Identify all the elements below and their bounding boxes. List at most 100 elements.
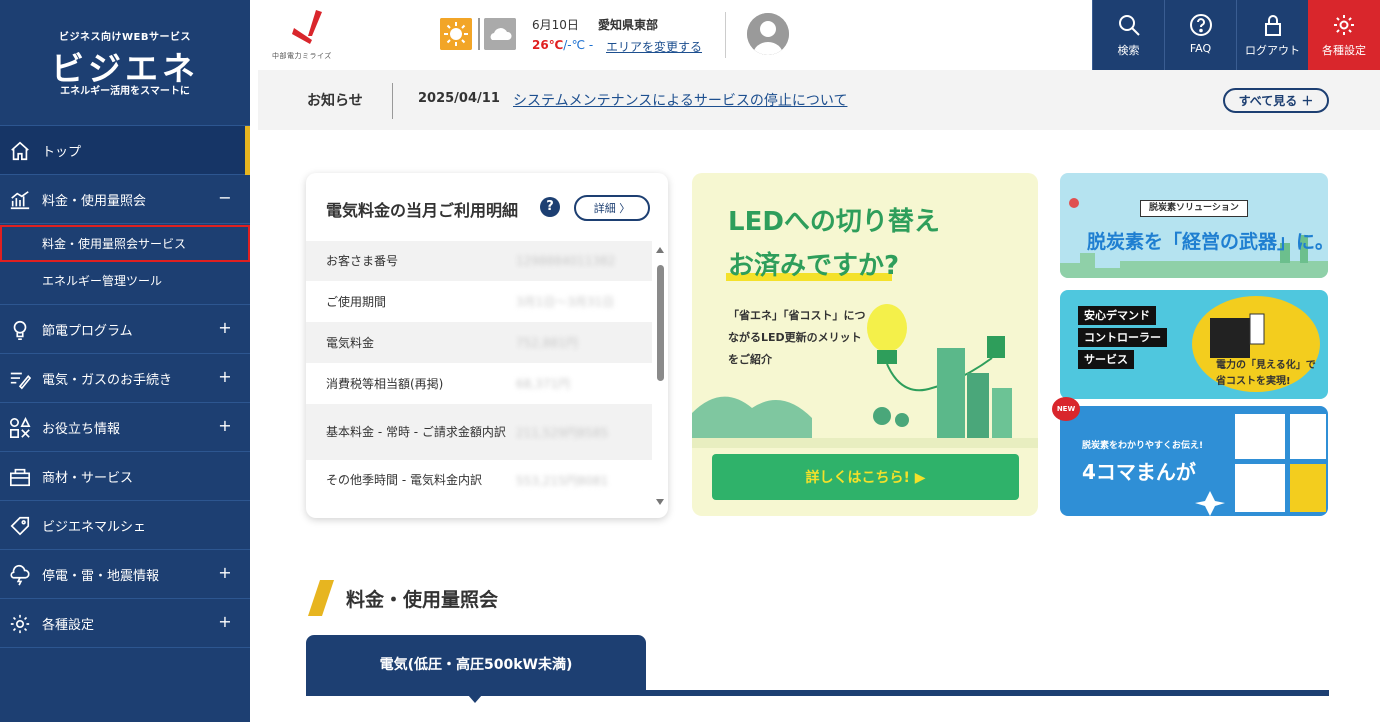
sidebar-item-label: 節電プログラム <box>42 323 133 339</box>
scrollbar-thumb[interactable] <box>657 265 664 381</box>
sidebar-subitem-energy-tool[interactable]: エネルギー管理ツール <box>0 262 250 299</box>
sidebar-item-label: トップ <box>42 144 82 160</box>
sidebar-submenu: 料金・使用量照会サービス エネルギー管理ツール <box>0 224 250 305</box>
sidebar-item-marche[interactable]: ビジエネマルシェ <box>0 501 250 550</box>
collapse-icon[interactable]: − <box>218 188 232 207</box>
brand-tagline: ビジネス向けWEBサービス <box>59 32 191 43</box>
user-avatar-icon[interactable] <box>747 13 789 55</box>
led-detail-button[interactable]: 詳しくはこちら! ▶ <box>712 454 1019 500</box>
sidebar-item-procedures[interactable]: 電気・ガスのお手続き + <box>0 354 250 403</box>
box-icon <box>10 468 30 487</box>
see-all-button[interactable]: すべて見る ＋ <box>1223 88 1329 113</box>
top-header: 中部電力ミライズ 6月10日 愛知県東部 26℃/-℃ - エリアを変更する 検… <box>250 0 1380 70</box>
billing-card-title: 電気料金の当月ご利用明細 <box>326 201 519 220</box>
billing-row-value: 1298884011382 <box>516 254 616 268</box>
logout-button[interactable]: ログアウト <box>1236 0 1308 70</box>
demand-line2: コントローラー <box>1078 328 1167 347</box>
search-icon <box>1118 15 1140 36</box>
billing-row-value: 752,881円 <box>516 336 578 350</box>
expand-icon[interactable]: + <box>218 612 232 631</box>
expand-icon[interactable]: + <box>218 416 232 435</box>
temperature-high: 26℃ <box>532 38 564 52</box>
temperature-low: /-℃ - <box>563 38 594 52</box>
settings-button[interactable]: 各種設定 <box>1308 0 1380 70</box>
sidebar: ビジネス向けWEBサービス ビジエネ エネルギー活用をスマートに トップ 料金・… <box>0 0 250 722</box>
manga-banner[interactable]: 脱炭素をわかりやすくお伝え! 4コマまんが <box>1060 406 1328 516</box>
search-button[interactable]: 検索 <box>1092 0 1164 70</box>
new-badge: NEW <box>1052 397 1080 421</box>
billing-row-label: ご使用期間 <box>326 294 387 309</box>
form-icon <box>10 372 31 390</box>
sun-icon <box>440 18 472 50</box>
billing-row-value: 211,529円8585 <box>516 425 609 440</box>
faq-button[interactable]: FAQ <box>1164 0 1236 70</box>
detail-button[interactable]: 詳細 〉 <box>574 195 650 221</box>
sidebar-item-label: 商材・サービス <box>42 470 134 486</box>
demand-line3: サービス <box>1078 350 1134 369</box>
brand-logo[interactable]: ビジネス向けWEBサービス ビジエネ エネルギー活用をスマートに <box>0 0 250 126</box>
billing-row-label: お客さま番号 <box>326 254 399 268</box>
sidebar-item-label: ビジエネマルシェ <box>42 519 147 535</box>
demand-caption: 電力の「見える化」で省コストを実現! <box>1216 360 1316 387</box>
sidebar-item-useful-info[interactable]: お役立ち情報 + <box>0 403 250 452</box>
faq-label: FAQ <box>1189 42 1212 55</box>
decarb-tag: 脱炭素ソリューション <box>1140 200 1248 217</box>
expand-icon[interactable]: + <box>218 367 232 386</box>
gear-icon <box>10 614 30 634</box>
shapes-icon <box>10 417 31 438</box>
manga-title: 4コマまんが <box>1082 460 1196 484</box>
weather-divider <box>478 18 480 50</box>
sidebar-item-outage[interactable]: 停電・雷・地震情報 + <box>0 550 250 599</box>
billing-row-value: 68,371円 <box>516 377 570 391</box>
notice-label: お知らせ <box>307 93 363 109</box>
tag-icon <box>10 516 30 536</box>
led-banner[interactable]: LEDへの切り替え お済みですか? 「省エネ」「省コスト」につながるLED更新の… <box>692 173 1038 516</box>
lock-icon <box>1264 15 1281 36</box>
billing-row-label: その他季時間 - 電気料金内訳 <box>326 473 482 487</box>
sidebar-item-label: 電気・ガスのお手続き <box>42 372 173 388</box>
sidebar-item-billing[interactable]: 料金・使用量照会 − <box>0 175 250 224</box>
billing-row-label: 基本料金 - 常時 - ご請求金額内訳 <box>326 425 506 439</box>
led-heading-line1: LEDへの切り替え <box>728 207 940 237</box>
expand-icon[interactable]: + <box>218 563 232 582</box>
expand-icon[interactable]: + <box>218 318 232 337</box>
sidebar-item-products[interactable]: 商材・サービス <box>0 452 250 501</box>
section-title: 料金・使用量照会 <box>346 589 499 611</box>
demand-controller-banner[interactable]: 安心デマンド コントローラー サービス 電力の「見える化」で省コストを実現! <box>1060 290 1328 399</box>
controller-device-icon <box>1210 313 1265 358</box>
billing-card: 電気料金の当月ご利用明細 ? 詳細 〉 お客さま番号 1298884011382 … <box>306 173 668 518</box>
change-area-link[interactable]: エリアを変更する <box>606 38 702 55</box>
cloud-icon <box>484 18 516 50</box>
weather-area: 愛知県東部 <box>598 18 659 32</box>
settings-label: 各種設定 <box>1322 44 1366 57</box>
led-heading-line2: お済みですか? <box>728 251 900 281</box>
sidebar-item-saving[interactable]: 節電プログラム + <box>0 305 250 354</box>
sidebar-item-label: お役立ち情報 <box>42 421 121 437</box>
notice-bar: お知らせ 2025/04/11 システムメンテナンスによるサービスの停止について… <box>258 70 1380 130</box>
billing-row: その他季時間 - 電気料金内訳 553,215円8081 <box>306 460 652 500</box>
billing-row: 電気料金 752,881円 <box>306 322 652 363</box>
decarb-title: 脱炭素を「経営の武器」に。 <box>1087 231 1328 253</box>
billing-scrollbar[interactable] <box>656 247 664 509</box>
sidebar-item-top[interactable]: トップ <box>0 126 250 175</box>
help-icon[interactable]: ? <box>540 197 560 217</box>
scroll-down-icon[interactable] <box>656 499 664 505</box>
sidebar-item-settings[interactable]: 各種設定 + <box>0 599 250 648</box>
faq-icon <box>1189 14 1212 36</box>
decarbonization-banner[interactable]: 脱炭素ソリューション 脱炭素を「経営の武器」に。 <box>1060 173 1328 278</box>
chart-icon <box>10 191 30 210</box>
notice-link[interactable]: システムメンテナンスによるサービスの停止について <box>513 90 847 110</box>
sidebar-item-label: 料金・使用量照会 <box>42 193 147 209</box>
header-divider <box>725 12 726 58</box>
header-tools: 検索 FAQ ログアウト 各種設定 <box>1092 0 1380 70</box>
billing-row: 基本料金 - 常時 - ご請求金額内訳 211,529円8585 <box>306 404 652 460</box>
sidebar-item-label: 停電・雷・地震情報 <box>42 568 160 584</box>
notice-divider <box>392 83 393 119</box>
scroll-up-icon[interactable] <box>656 247 664 253</box>
tab-electricity-low-voltage[interactable]: 電気(低圧・高圧500kW未満) <box>306 635 646 693</box>
section-accent-icon <box>308 580 334 616</box>
sidebar-subitem-billing-service[interactable]: 料金・使用量照会サービス <box>0 225 250 262</box>
storm-icon <box>10 564 30 586</box>
billing-row: ご使用期間 3月1日～3月31日 <box>306 281 652 322</box>
notice-date: 2025/04/11 <box>418 91 500 106</box>
